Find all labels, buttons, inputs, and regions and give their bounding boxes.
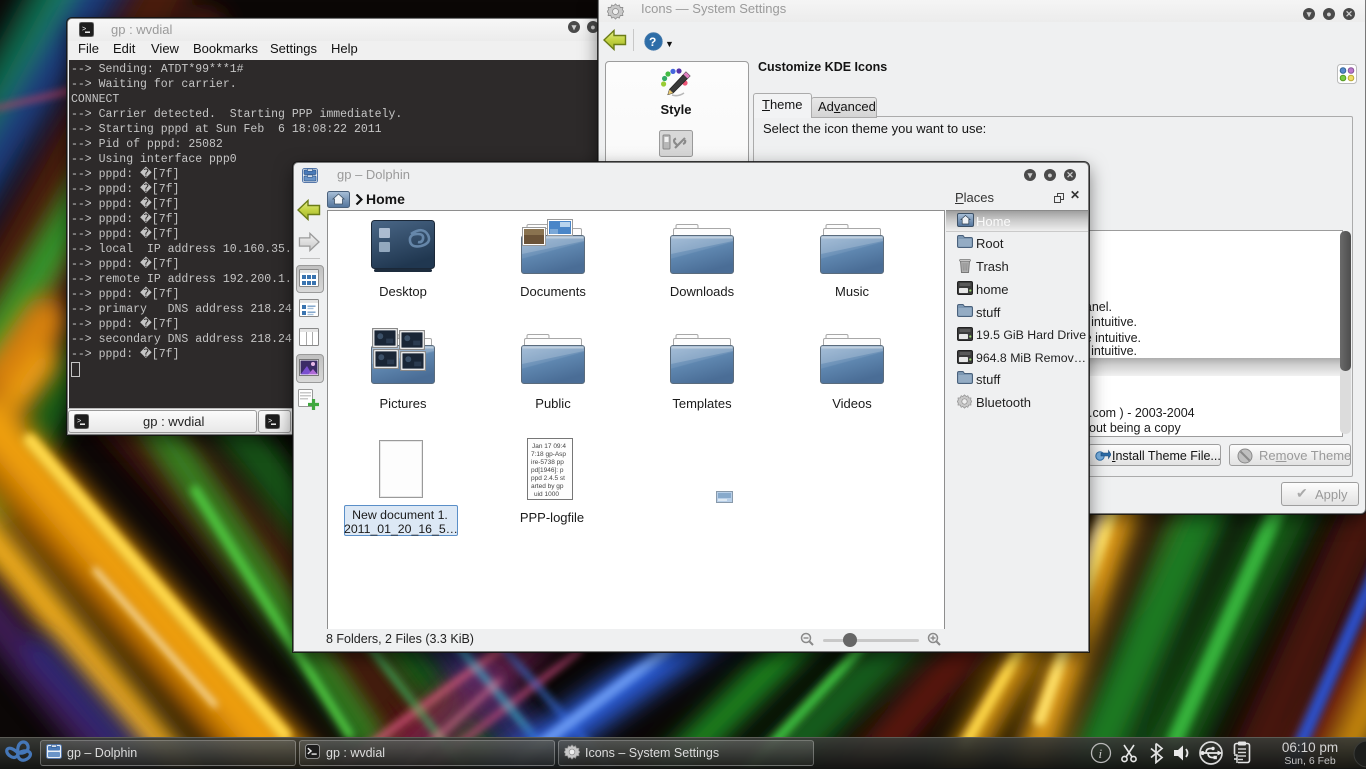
- svg-text:ire-5738 pp: ire-5738 pp: [531, 459, 564, 466]
- svg-text:Jan 17 09:4: Jan 17 09:4: [532, 443, 566, 450]
- svg-text:ppd 2.4.5 st: ppd 2.4.5 st: [531, 475, 565, 482]
- svg-text:pd[1946]: p: pd[1946]: p: [531, 467, 564, 474]
- svg-text:?: ?: [649, 35, 656, 49]
- svg-text:uid 1000: uid 1000: [534, 491, 559, 498]
- svg-text:i: i: [1099, 746, 1103, 761]
- svg-text:arted by gp: arted by gp: [531, 483, 564, 490]
- svg-text:7:18 gp-Asp: 7:18 gp-Asp: [531, 451, 566, 458]
